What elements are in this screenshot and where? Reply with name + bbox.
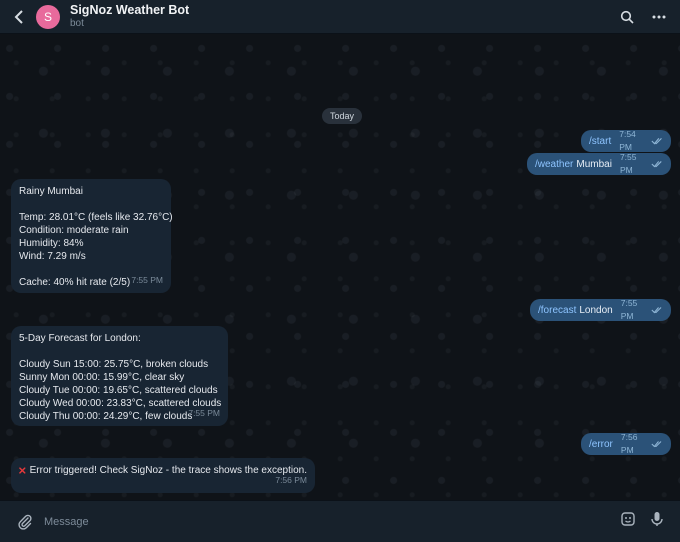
chat-title: SigNoz Weather Bot <box>70 3 190 18</box>
message-line: 5-Day Forecast for London: <box>19 333 141 344</box>
chat-header: S SigNoz Weather Bot bot <box>0 0 680 34</box>
incoming-message[interactable]: Rainy Mumbai ​ Temp: 28.01°C (feels like… <box>11 179 173 293</box>
command-argument: Mumbai <box>576 158 612 170</box>
search-icon[interactable] <box>618 8 636 26</box>
chat-title-block[interactable]: SigNoz Weather Bot bot <box>70 3 190 29</box>
message-line: Cloudy Sun 15:00: 25.75°C, broken clouds <box>19 359 209 370</box>
incoming-message[interactable]: 5-Day Forecast for London: ​ Cloudy Sun … <box>11 326 228 426</box>
message-line: Condition: moderate rain <box>19 225 129 236</box>
command-link[interactable]: /start <box>589 135 611 148</box>
read-checks-icon <box>651 137 662 145</box>
message-time: 7:55 PM <box>131 275 163 285</box>
date-separator: Today <box>322 108 363 124</box>
message-time: 7:56 PM <box>620 432 638 455</box>
command-argument: London <box>579 304 613 316</box>
message-time: 7:55 PM <box>188 408 220 418</box>
command-link[interactable]: /forecast <box>538 304 576 317</box>
read-checks-icon <box>651 441 662 448</box>
outgoing-message[interactable]: /weather Mumbai 7:55 PM <box>527 152 671 175</box>
message-time: 7:56 PM <box>275 475 307 485</box>
incoming-message[interactable]: Error triggered! Check SigNoz - the trac… <box>11 458 315 493</box>
message-line: Wind: 7.29 m/s <box>19 251 86 262</box>
chat-subtitle: bot <box>70 17 84 29</box>
message-line: Temp: 28.01°C (feels like 32.76°C) <box>19 212 173 223</box>
microphone-icon[interactable] <box>650 511 664 532</box>
read-checks-icon <box>651 161 662 168</box>
message-composer <box>0 500 680 542</box>
message-line: Sunny Mon 00:00: 15.99°C, clear sky <box>19 372 185 383</box>
chat-area[interactable]: Today /start 7:54 PM /weather Mumbai 7:5… <box>0 34 680 500</box>
avatar[interactable]: S <box>36 4 60 29</box>
message-time: 7:55 PM <box>619 152 637 175</box>
message-line: ​ <box>19 198 163 211</box>
message-input[interactable] <box>42 506 562 537</box>
paperclip-icon[interactable] <box>8 501 42 542</box>
read-checks-icon <box>651 307 662 314</box>
back-arrow-icon[interactable] <box>6 0 32 34</box>
command-link[interactable]: /error <box>589 438 613 451</box>
message-line: Humidity: 84% <box>19 238 84 249</box>
message-line: Rainy Mumbai <box>19 186 83 197</box>
error-text: Error triggered! Check SigNoz - the trac… <box>29 465 307 476</box>
red-cross-icon <box>19 467 26 474</box>
message-line: ​ <box>19 345 220 358</box>
command-link[interactable]: /weather <box>535 158 573 171</box>
more-vertical-icon[interactable] <box>650 8 668 26</box>
message-line: Cloudy Tue 00:00: 19.65°C, scattered clo… <box>19 385 218 396</box>
outgoing-message[interactable]: /forecast London 7:55 PM <box>530 298 671 321</box>
message-time: 7:55 PM <box>620 298 638 321</box>
message-line: Error triggered! Check SigNoz - the trac… <box>19 464 307 477</box>
outgoing-message[interactable]: /error 7:56 PM <box>581 432 671 455</box>
sticker-icon[interactable] <box>620 511 636 532</box>
outgoing-message[interactable]: /start 7:54 PM <box>581 129 671 152</box>
